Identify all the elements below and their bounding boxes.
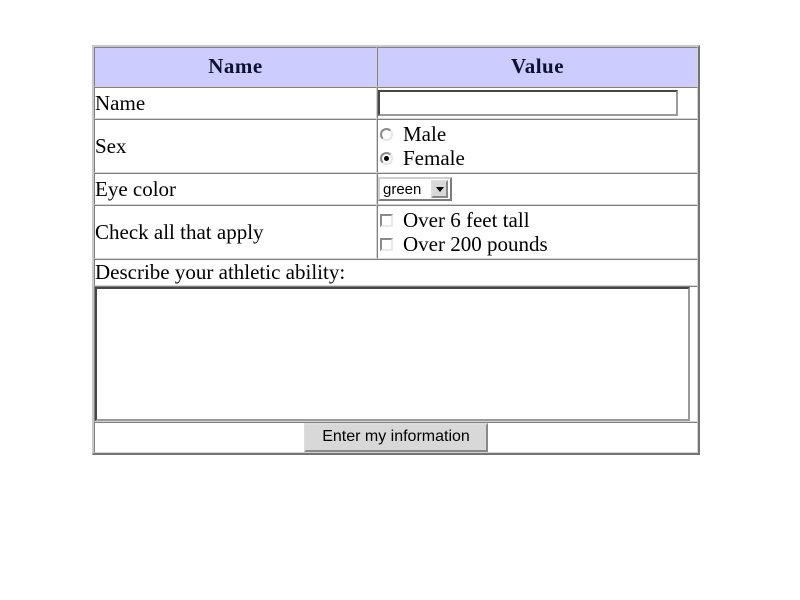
eye-color-select[interactable]: green xyxy=(378,177,453,201)
athletic-ability-textarea[interactable] xyxy=(95,287,690,421)
table-row-eye-color: Eye color green xyxy=(94,173,698,205)
checkbox-option-over-6-feet[interactable]: Over 6 feet tall xyxy=(380,208,697,232)
radio-option-female[interactable]: Female xyxy=(380,146,697,170)
chevron-down-icon[interactable] xyxy=(431,180,449,198)
athletic-ability-label: Describe your athletic ability: xyxy=(94,259,698,286)
checkbox-label-over-6-feet: Over 6 feet tall xyxy=(403,207,530,232)
attributes-checkbox-group: Over 6 feet tall Over 200 pounds xyxy=(378,206,697,258)
radio-checked-icon[interactable] xyxy=(380,151,393,165)
athletic-ability-cell xyxy=(94,286,698,422)
enter-my-information-button[interactable]: Enter my information xyxy=(304,423,488,453)
sex-radio-group: Male Female xyxy=(378,120,697,172)
radio-label-female: Female xyxy=(403,145,465,170)
column-header-name: Name xyxy=(94,47,377,87)
submit-cell: Enter my information xyxy=(94,422,698,454)
checkbox-label-over-200-pounds: Over 200 pounds xyxy=(403,231,548,256)
column-header-value: Value xyxy=(377,47,698,87)
row-value-eye-color: green xyxy=(377,173,698,205)
table-row-check-all: Check all that apply Over 6 feet tall Ov… xyxy=(94,205,698,259)
row-value-name xyxy=(377,87,698,119)
row-value-check-all: Over 6 feet tall Over 200 pounds xyxy=(377,205,698,259)
table-row-sex: Sex Male Female xyxy=(94,119,698,173)
row-label-eye-color: Eye color xyxy=(94,173,377,205)
table-row-name: Name xyxy=(94,87,698,119)
checkbox-option-over-200-pounds[interactable]: Over 200 pounds xyxy=(380,232,697,256)
page-root: Name Value Name Sex Male Female Eye colo… xyxy=(0,0,800,600)
row-value-sex: Male Female xyxy=(377,119,698,173)
radio-option-male[interactable]: Male xyxy=(380,122,697,146)
eye-color-selected-value: green xyxy=(383,180,422,198)
name-input[interactable] xyxy=(378,90,678,116)
row-label-check-all: Check all that apply xyxy=(94,205,377,259)
table-row-athletic-ability-field xyxy=(94,286,698,422)
row-label-name: Name xyxy=(94,87,377,119)
checkbox-unchecked-icon[interactable] xyxy=(380,237,393,251)
table-header-row: Name Value xyxy=(94,47,698,87)
personal-information-form-table: Name Value Name Sex Male Female Eye colo… xyxy=(92,45,700,456)
row-label-sex: Sex xyxy=(94,119,377,173)
radio-unchecked-icon[interactable] xyxy=(380,127,393,141)
table-row-submit: Enter my information xyxy=(94,422,698,454)
radio-label-male: Male xyxy=(403,121,447,146)
checkbox-unchecked-icon[interactable] xyxy=(380,213,393,227)
table-row-athletic-ability-label: Describe your athletic ability: xyxy=(94,259,698,286)
